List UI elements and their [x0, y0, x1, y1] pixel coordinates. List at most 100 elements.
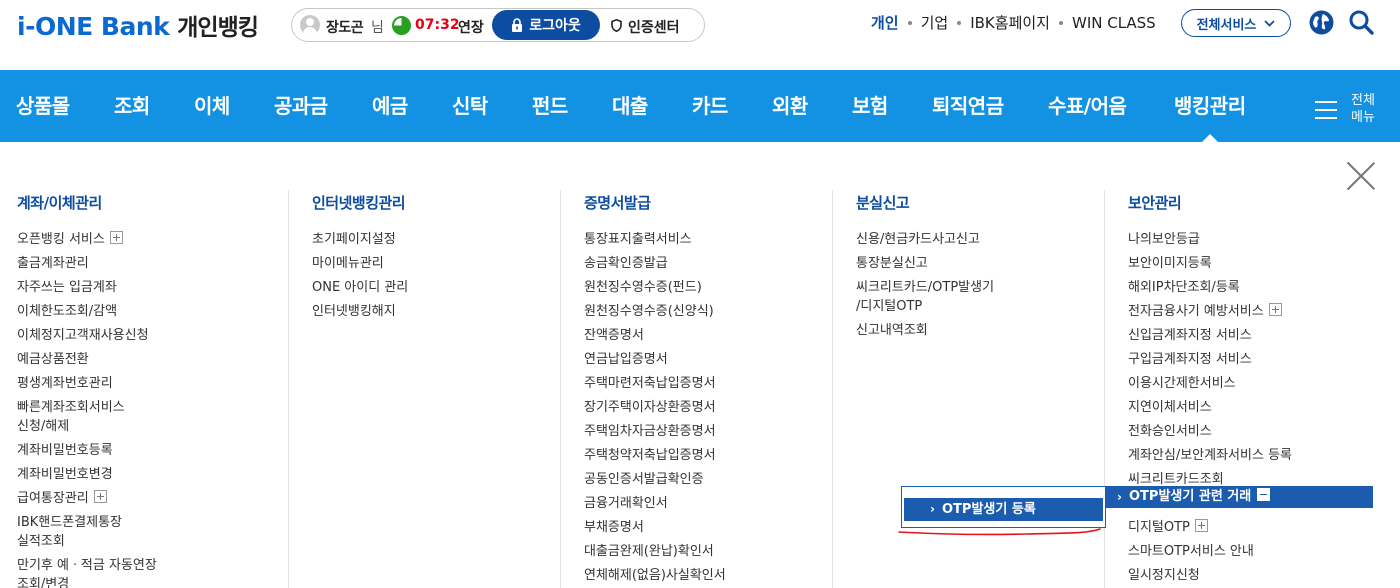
nav-item-card[interactable]: 카드 — [692, 90, 728, 119]
nav-item-insurance[interactable]: 보험 — [852, 90, 888, 119]
menu-item[interactable]: 오픈뱅킹 서비스 — [17, 228, 157, 252]
menu-item[interactable]: 전화승인서비스 — [1128, 420, 1292, 444]
extend-session-button[interactable]: 연장 — [458, 17, 484, 37]
menu-item[interactable]: 나의보안등급 — [1128, 228, 1292, 252]
menu-item[interactable]: 예금상품전환 — [17, 348, 157, 372]
minus-icon[interactable] — [1257, 488, 1271, 501]
menu-item[interactable]: 이용시간제한서비스 — [1128, 372, 1292, 396]
logo-brand: i-ONE Bank — [17, 12, 170, 41]
nav-item-inquiry[interactable]: 조회 — [114, 90, 150, 119]
menu-item[interactable]: 씨크리트카드/OTP발생기/디지털OTP — [856, 276, 994, 319]
menu-item[interactable]: 구입금계좌지정 서비스 — [1128, 348, 1292, 372]
menu-item-label: 전자금융사기 예방서비스 — [1128, 304, 1264, 319]
nav-item-loan[interactable]: 대출 — [612, 90, 648, 119]
util-link-personal[interactable]: 개인 — [871, 12, 899, 33]
menu-item-line: IBK핸드폰결제통장 — [17, 515, 122, 530]
logout-button[interactable]: 로그아웃 — [492, 10, 600, 40]
logout-label: 로그아웃 — [529, 18, 581, 34]
menu-item[interactable]: 자주쓰는 입금계좌 — [17, 276, 157, 300]
menu-item-line: /디지털OTP — [856, 299, 923, 314]
bank-logo[interactable]: i-ONE Bank 개인뱅킹 — [17, 8, 259, 41]
util-link-win-class[interactable]: WIN CLASS — [1072, 14, 1156, 32]
globe-icon[interactable] — [1308, 9, 1335, 40]
menu-item[interactable]: 신용/현금카드사고신고 — [856, 228, 994, 252]
menu-item[interactable]: 통장표지출력서비스 — [584, 228, 726, 252]
all-services-dropdown[interactable]: 전체서비스 — [1181, 9, 1291, 37]
menu-item[interactable]: 연금납입증명서 — [584, 348, 726, 372]
menu-item[interactable]: 일시정지신청 — [1128, 564, 1292, 588]
otp-submenu: › OTP발생기 등록 — [901, 486, 1106, 528]
submenu-item-otp-register[interactable]: › OTP발생기 등록 — [904, 498, 1103, 521]
menu-item[interactable]: 해외IP차단조회/등록 — [1128, 276, 1292, 300]
menu-item[interactable]: 장기주택이자상환증명서 — [584, 396, 726, 420]
menu-item[interactable]: 대출금완제(완납)확인서 — [584, 540, 726, 564]
menu-column-certificates: 증명서발급 통장표지출력서비스 송금확인증발급 원천징수영수증(펀드) 원천징수… — [584, 192, 726, 588]
menu-item[interactable]: 보안이미지등록 — [1128, 252, 1292, 276]
menu-item[interactable]: 송금확인증발급 — [584, 252, 726, 276]
plus-icon[interactable] — [1268, 303, 1282, 316]
submenu-item-label: OTP발생기 등록 — [942, 502, 1036, 517]
nav-item-utility-bills[interactable]: 공과금 — [274, 90, 328, 119]
menu-item[interactable]: 잔액증명서 — [584, 324, 726, 348]
menu-item[interactable]: 스마트OTP서비스 안내 — [1128, 540, 1292, 564]
menu-item[interactable]: 초기페이지설정 — [312, 228, 408, 252]
menu-item[interactable]: 계좌비밀번호등록 — [17, 439, 157, 463]
menu-item-label: 디지털OTP — [1128, 520, 1190, 535]
menu-item[interactable]: 금융거래확인서 — [584, 492, 726, 516]
menu-item[interactable]: 계좌안심/보안계좌서비스 등록 — [1128, 444, 1292, 468]
plus-icon[interactable] — [1194, 519, 1208, 532]
cert-center-button[interactable]: 인증센터 — [611, 17, 680, 37]
util-link-corporate[interactable]: 기업 — [921, 12, 949, 33]
menu-item[interactable]: 부채증명서 — [584, 516, 726, 540]
nav-item-deposit[interactable]: 예금 — [372, 90, 408, 119]
nav-item-fund[interactable]: 펀드 — [532, 90, 568, 119]
menu-item[interactable]: 공동인증서발급확인증 — [584, 468, 726, 492]
menu-item[interactable]: 원천징수영수증(신양식) — [584, 300, 726, 324]
column-title: 증명서발급 — [584, 194, 651, 212]
menu-item[interactable]: 연체해제(없음)사실확인서 — [584, 564, 726, 588]
nav-item-product-mall[interactable]: 상품몰 — [16, 90, 70, 119]
session-timer: 07:32 — [415, 17, 460, 33]
close-icon[interactable] — [1346, 161, 1376, 191]
nav-item-trust[interactable]: 신탁 — [452, 90, 488, 119]
plus-icon[interactable] — [109, 231, 123, 244]
menu-item[interactable]: 평생계좌번호관리 — [17, 372, 157, 396]
menu-item[interactable]: 신입금계좌지정 서비스 — [1128, 324, 1292, 348]
menu-item[interactable]: 빠른계좌조회서비스 신청/해제 — [17, 396, 157, 439]
menu-item[interactable]: 주택청약저축납입증명서 — [584, 444, 726, 468]
plus-icon[interactable] — [93, 490, 107, 503]
menu-item[interactable]: 신고내역조회 — [856, 319, 994, 343]
menu-item[interactable]: 이체한도조회/감액 — [17, 300, 157, 324]
menu-item[interactable]: 만기후 예ㆍ적금 자동연장 조회/변경 — [17, 554, 157, 588]
menu-item[interactable]: 급여통장관리 — [17, 487, 157, 511]
menu-column-account-transfer: 계좌/이체관리 오픈뱅킹 서비스 출금계좌관리 자주쓰는 입금계좌 이체한도조회… — [17, 192, 157, 588]
menu-item[interactable]: 통장분실신고 — [856, 252, 994, 276]
menu-item[interactable]: 주택임차자금상환증명서 — [584, 420, 726, 444]
menu-item[interactable]: 지연이체서비스 — [1128, 396, 1292, 420]
nav-item-banking-management[interactable]: 뱅킹관리 — [1174, 90, 1246, 144]
menu-item[interactable]: IBK핸드폰결제통장 실적조회 — [17, 511, 157, 554]
menu-item[interactable]: ONE 아이디 관리 — [312, 276, 408, 300]
menu-item[interactable]: 원천징수영수증(펀드) — [584, 276, 726, 300]
all-menu-button[interactable]: 전체 메뉴 — [1346, 92, 1380, 126]
nav-item-cheque[interactable]: 수표/어음 — [1048, 90, 1127, 119]
nav-item-transfer[interactable]: 이체 — [194, 90, 230, 119]
menu-item-line: 신청/해제 — [17, 419, 70, 434]
separator-dot — [957, 20, 962, 25]
nav-item-forex[interactable]: 외환 — [772, 90, 808, 119]
menu-item-line: 조회/변경 — [17, 577, 70, 588]
hamburger-icon[interactable] — [1315, 101, 1337, 119]
menu-item[interactable]: 디지털OTP — [1128, 516, 1292, 540]
menu-item[interactable]: 계좌비밀번호변경 — [17, 463, 157, 487]
menu-item[interactable]: 주택마련저축납입증명서 — [584, 372, 726, 396]
menu-item[interactable]: 마이메뉴관리 — [312, 252, 408, 276]
menu-item[interactable]: 이체정지고객재사용신청 — [17, 324, 157, 348]
menu-item[interactable]: 인터넷뱅킹해지 — [312, 300, 408, 324]
menu-item[interactable]: 전자금융사기 예방서비스 — [1128, 300, 1292, 324]
menu-item[interactable]: 출금계좌관리 — [17, 252, 157, 276]
search-icon[interactable] — [1348, 9, 1374, 39]
util-link-ibk-home[interactable]: IBK홈페이지 — [970, 12, 1050, 33]
nav-item-pension[interactable]: 퇴직연금 — [932, 90, 1004, 119]
menu-item-otp-generator-expanded[interactable]: › OTP발생기 관련 거래 — [1105, 486, 1373, 508]
separator-dot — [1058, 20, 1063, 25]
